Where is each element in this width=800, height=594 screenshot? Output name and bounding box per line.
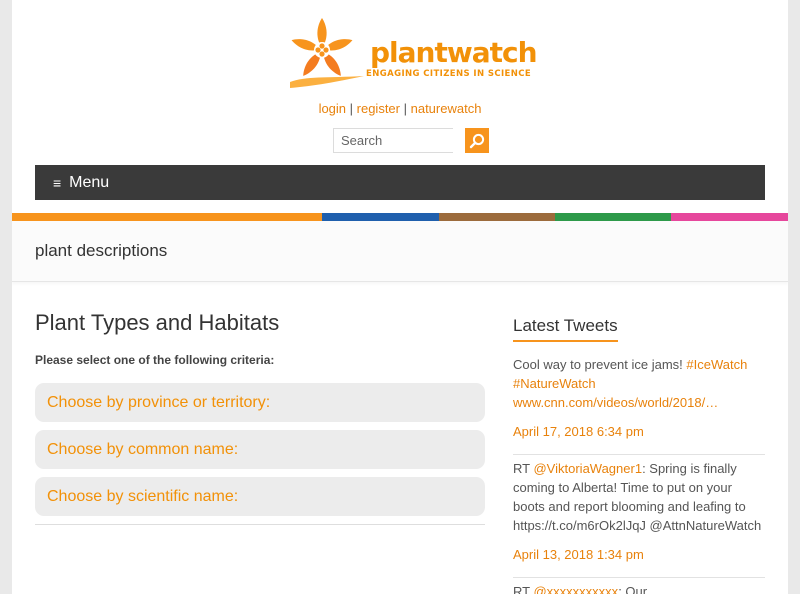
search-form [333, 128, 489, 153]
tweet-date[interactable]: April 17, 2018 6:34 pm [513, 424, 765, 439]
tweet-prefix: RT [513, 584, 534, 594]
mention-link[interactable]: @xxxxxxxxxxx [533, 584, 618, 594]
tweet-text: Cool way to prevent ice jams! [513, 357, 687, 372]
tweet: Cool way to prevent ice jams! #IceWatch … [513, 355, 765, 412]
menu-toggle[interactable]: ≡ Menu [35, 165, 765, 200]
mention-link[interactable]: @ViktoriaWagner1 [533, 461, 642, 476]
color-stripe-segment [555, 213, 671, 221]
choose-by-scientific-name-button[interactable]: Choose by scientific name: [35, 477, 485, 516]
search-icon [469, 133, 485, 148]
site-logo[interactable]: plantwatch ENGAGING CITIZENS IN SCIENCE [286, 16, 538, 92]
color-stripe-segment [671, 213, 788, 221]
page-title: plant descriptions [35, 241, 168, 260]
link-separator: | [400, 101, 411, 116]
hamburger-icon: ≡ [53, 174, 62, 191]
criteria-list: Choose by province or territory: Choose … [35, 383, 485, 516]
tweets-widget: Latest Tweets Cool way to prevent ice ja… [513, 316, 765, 594]
logo-tagline: ENGAGING CITIZENS IN SCIENCE [366, 69, 532, 79]
hashtag-link[interactable]: #NatureWatch [513, 376, 596, 391]
divider [513, 454, 765, 455]
section-heading: Plant Types and Habitats [35, 310, 280, 335]
tweet-text: : Our [618, 584, 648, 594]
instruction-text: Please select one of the following crite… [35, 353, 275, 367]
link-separator: | [346, 101, 357, 116]
search-button[interactable] [465, 128, 489, 153]
page: plantwatch ENGAGING CITIZENS IN SCIENCE … [12, 0, 788, 594]
flower-logo-icon [290, 18, 364, 88]
account-links: login | register | naturewatch [12, 101, 788, 116]
widget-title: Latest Tweets [513, 316, 618, 342]
color-stripe [12, 213, 788, 221]
tweet-url-link[interactable]: www.cnn.com/videos/world/2018/… [513, 395, 718, 410]
tweet: RT @ViktoriaWagner1: Spring is finally c… [513, 459, 765, 535]
register-link[interactable]: register [357, 101, 400, 116]
choose-by-common-name-button[interactable]: Choose by common name: [35, 430, 485, 469]
color-stripe-segment [12, 213, 322, 221]
tweet-prefix: RT [513, 461, 534, 476]
page-header: plant descriptions [12, 221, 788, 282]
hashtag-link[interactable]: #IceWatch [686, 357, 747, 372]
tweet: RT @xxxxxxxxxxx: Our [513, 582, 765, 594]
tweet-date[interactable]: April 13, 2018 1:34 pm [513, 547, 765, 562]
divider [513, 577, 765, 578]
logo-wordmark: plantwatch [370, 36, 538, 69]
menu-label: Menu [69, 173, 110, 191]
choose-by-province-button[interactable]: Choose by province or territory: [35, 383, 485, 422]
main-content: Plant Types and Habitats Please select o… [35, 310, 485, 525]
divider [35, 524, 485, 525]
search-input[interactable] [333, 128, 453, 153]
naturewatch-link[interactable]: naturewatch [411, 101, 482, 116]
color-stripe-segment [439, 213, 555, 221]
color-stripe-segment [322, 213, 439, 221]
login-link[interactable]: login [319, 101, 346, 116]
